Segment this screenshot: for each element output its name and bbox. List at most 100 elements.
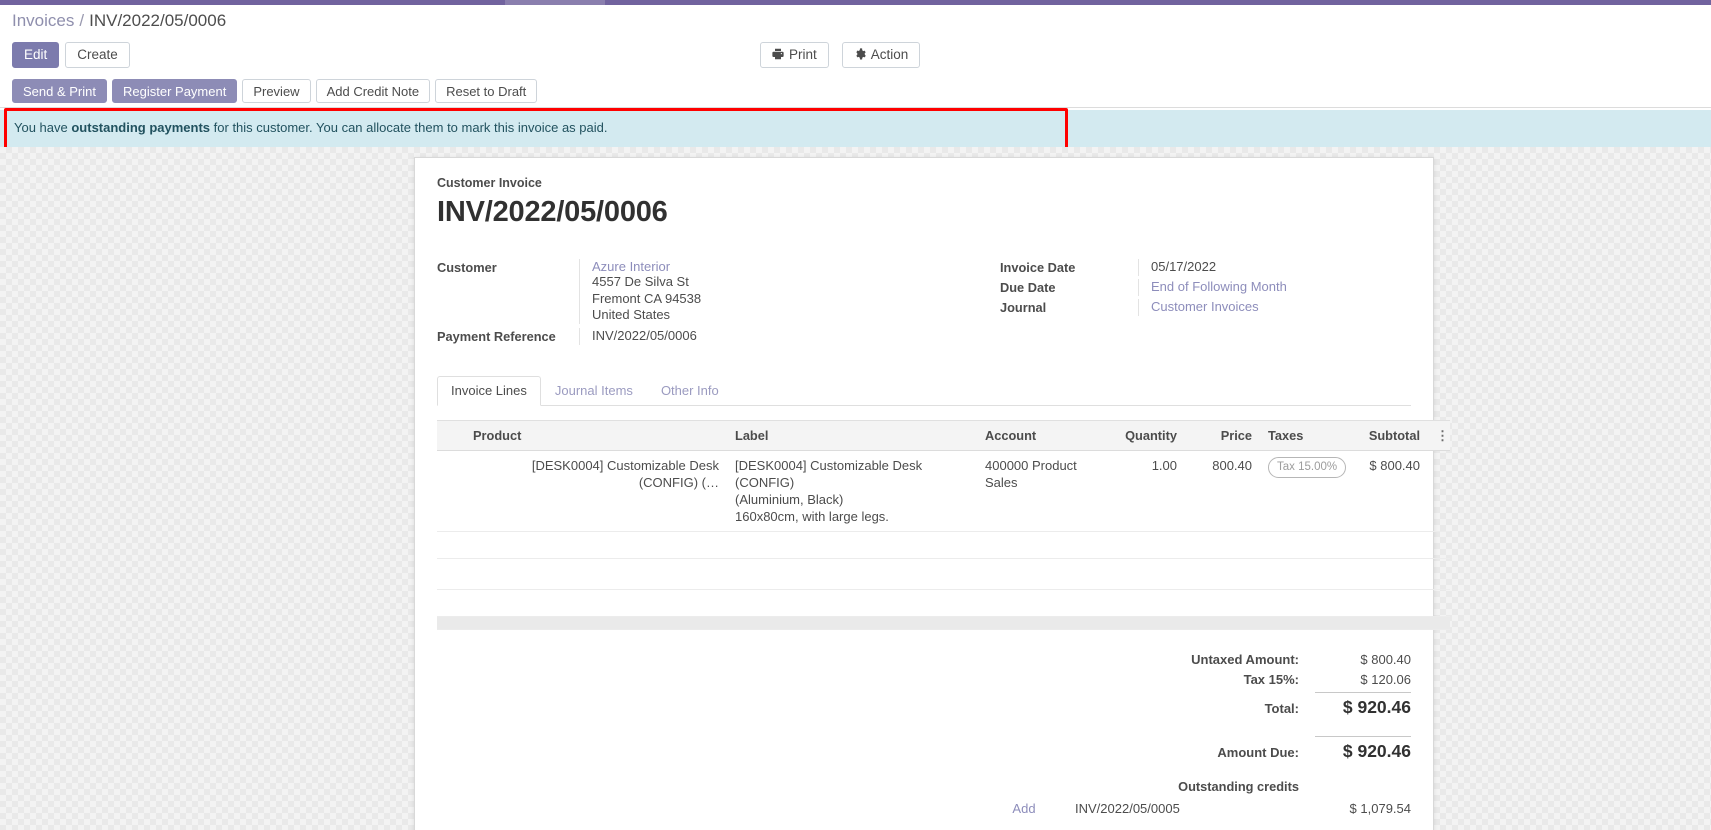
outstanding-credit-add-link[interactable]: Add xyxy=(987,801,1061,816)
invoice-date-value: 05/17/2022 xyxy=(1138,259,1411,276)
print-action-buttons: Print Action xyxy=(760,42,921,68)
gear-icon xyxy=(854,48,866,62)
invoice-date-field-row: Invoice Date 05/17/2022 xyxy=(1000,259,1411,277)
outstanding-credits-section: Outstanding credits Add INV/2022/05/0005… xyxy=(437,779,1411,816)
customer-address-line-2: Fremont CA 94538 xyxy=(592,290,702,306)
journal-label: Journal xyxy=(1000,300,1047,315)
alert-strong-text: outstanding payments xyxy=(71,120,211,135)
send-and-print-button[interactable]: Send & Print xyxy=(12,79,107,103)
label-line-3: 160x80cm, with large legs. xyxy=(735,508,889,524)
tab-journal-items[interactable]: Journal Items xyxy=(541,376,647,406)
printer-icon xyxy=(772,48,784,62)
document-type-label: Customer Invoice xyxy=(437,176,542,190)
totals-inner: Untaxed Amount: $ 800.40 Tax 15%: $ 120.… xyxy=(1081,652,1411,767)
payment-reference-label: Payment Reference xyxy=(437,328,556,344)
tax-label: Tax 15%: xyxy=(1243,671,1299,687)
breadcrumb: Invoices / INV/2022/05/0006 xyxy=(0,5,1711,37)
breadcrumb-invoices-link[interactable]: Invoices xyxy=(12,11,74,31)
total-label: Total: xyxy=(1264,700,1299,716)
reset-to-draft-button[interactable]: Reset to Draft xyxy=(435,79,538,103)
alert-message: You have outstanding payments for this c… xyxy=(14,120,607,135)
table-row[interactable]: [DESK0004] Customizable Desk (CONFIG) (…… xyxy=(437,450,1450,532)
tab-invoice-lines[interactable]: Invoice Lines xyxy=(437,375,541,406)
action-button[interactable]: Action xyxy=(841,42,921,68)
untaxed-amount-value: $ 800.40 xyxy=(1360,651,1411,667)
vertical-dots-icon: ⋮ xyxy=(1436,427,1449,443)
cell-label[interactable]: [DESK0004] Customizable Desk (CONFIG) (A… xyxy=(727,450,977,532)
row-drag-handle[interactable] xyxy=(437,450,465,532)
journal-link[interactable]: Customer Invoices xyxy=(1151,299,1259,314)
column-subtotal: Subtotal xyxy=(1338,419,1428,451)
customer-field-row: Customer Azure Interior 4557 De Silva St… xyxy=(437,259,924,324)
outstanding-credit-row: Add INV/2022/05/0005 $ 1,079.54 xyxy=(987,801,1411,816)
tab-other-info[interactable]: Other Info xyxy=(647,376,733,406)
invoice-sheet: Customer Invoice INV/2022/05/0006 Custom… xyxy=(414,157,1450,830)
column-taxes: Taxes xyxy=(1260,419,1338,451)
register-payment-button[interactable]: Register Payment xyxy=(112,79,238,103)
cell-quantity[interactable]: 1.00 xyxy=(1097,450,1185,532)
statusbar: Send & Print Register Payment Preview Ad… xyxy=(0,75,1711,108)
due-date-link[interactable]: End of Following Month xyxy=(1151,279,1287,294)
column-label: Label xyxy=(727,419,977,451)
create-button[interactable]: Create xyxy=(65,42,130,68)
add-line-cell[interactable] xyxy=(437,531,1450,559)
outstanding-payments-alert: You have outstanding payments for this c… xyxy=(0,110,1711,147)
record-action-buttons: Edit Create xyxy=(12,42,130,68)
add-credit-note-button[interactable]: Add Credit Note xyxy=(315,79,431,103)
invoice-right-fields: Invoice Date 05/17/2022 Due Date End of … xyxy=(924,259,1411,348)
totals-section: Untaxed Amount: $ 800.40 Tax 15%: $ 120.… xyxy=(437,652,1411,767)
control-panel: Edit Create Print Action xyxy=(0,37,1711,75)
invoice-date-label: Invoice Date xyxy=(1000,260,1076,275)
add-section-row[interactable] xyxy=(437,558,1450,590)
alert-suffix: for this customer. You can allocate them… xyxy=(210,120,608,135)
amount-due-row: Amount Due: $ 920.46 xyxy=(1081,735,1411,762)
outstanding-credits-title: Outstanding credits xyxy=(1178,778,1299,794)
payment-reference-field-row: Payment Reference INV/2022/05/0006 xyxy=(437,327,924,346)
table-footer-band-cell xyxy=(437,616,1450,630)
table-footer-band xyxy=(437,616,1450,630)
due-date-label: Due Date xyxy=(1000,280,1056,295)
edit-button[interactable]: Edit xyxy=(12,42,60,68)
invoice-lines-body: [DESK0004] Customizable Desk (CONFIG) (…… xyxy=(437,450,1450,630)
cell-price[interactable]: 800.40 xyxy=(1185,450,1260,532)
cell-subtotal: $ 800.40 xyxy=(1338,450,1428,532)
tax-badge: Tax 15.00% xyxy=(1268,456,1347,478)
due-date-field-row: Due Date End of Following Month xyxy=(1000,279,1411,297)
statusbar-buttons: Send & Print Register Payment Preview Ad… xyxy=(12,79,542,103)
outstanding-credits-inner: Outstanding credits Add INV/2022/05/0005… xyxy=(987,779,1411,816)
amount-due-value: $ 920.46 xyxy=(1315,735,1411,762)
add-section-cell[interactable] xyxy=(437,558,1450,590)
invoice-form-page: Invoices / INV/2022/05/0006 Edit Create … xyxy=(0,0,1711,830)
label-line-1: [DESK0004] Customizable Desk (CONFIG) xyxy=(735,457,923,490)
print-button[interactable]: Print xyxy=(760,42,829,68)
tax-row: Tax 15%: $ 120.06 xyxy=(1081,672,1411,687)
cell-product[interactable]: [DESK0004] Customizable Desk (CONFIG) (… xyxy=(465,450,727,532)
invoice-left-fields: Customer Azure Interior 4557 De Silva St… xyxy=(437,259,924,348)
total-value: $ 920.46 xyxy=(1315,691,1411,718)
preview-button[interactable]: Preview xyxy=(242,79,311,103)
cell-taxes[interactable]: Tax 15.00% xyxy=(1260,450,1347,532)
table-header-row: Product Label Account Quantity Price Tax… xyxy=(437,419,1450,451)
invoice-lines-header: Product Label Account Quantity Price Tax… xyxy=(437,419,1450,451)
invoice-lines-table: Product Label Account Quantity Price Tax… xyxy=(437,419,1450,630)
add-note-row[interactable] xyxy=(437,589,1450,617)
page-title: INV/2022/05/0006 xyxy=(437,196,668,228)
alert-prefix: You have xyxy=(14,120,72,135)
total-row: Total: $ 920.46 xyxy=(1081,691,1411,718)
customer-address-country: United States xyxy=(592,307,671,322)
amount-due-label: Amount Due: xyxy=(1217,744,1299,760)
breadcrumb-separator: / xyxy=(79,11,85,30)
column-price: Price xyxy=(1185,419,1260,451)
add-line-row[interactable] xyxy=(437,531,1450,559)
optional-columns-toggle[interactable]: ⋮ xyxy=(1428,419,1450,451)
cell-account[interactable]: 400000 Product Sales xyxy=(977,450,1097,532)
customer-name-link[interactable]: Azure Interior xyxy=(592,259,670,274)
untaxed-amount-label: Untaxed Amount: xyxy=(1191,651,1299,667)
payment-reference-value: INV/2022/05/0006 xyxy=(579,327,924,345)
drag-handle-column xyxy=(437,419,465,451)
add-note-cell[interactable] xyxy=(437,589,1450,617)
action-button-label: Action xyxy=(870,47,909,63)
tax-value: $ 120.06 xyxy=(1360,671,1411,687)
cell-row-options[interactable] xyxy=(1428,450,1450,532)
notebook: Invoice Lines Journal Items Other Info P… xyxy=(437,375,1450,630)
